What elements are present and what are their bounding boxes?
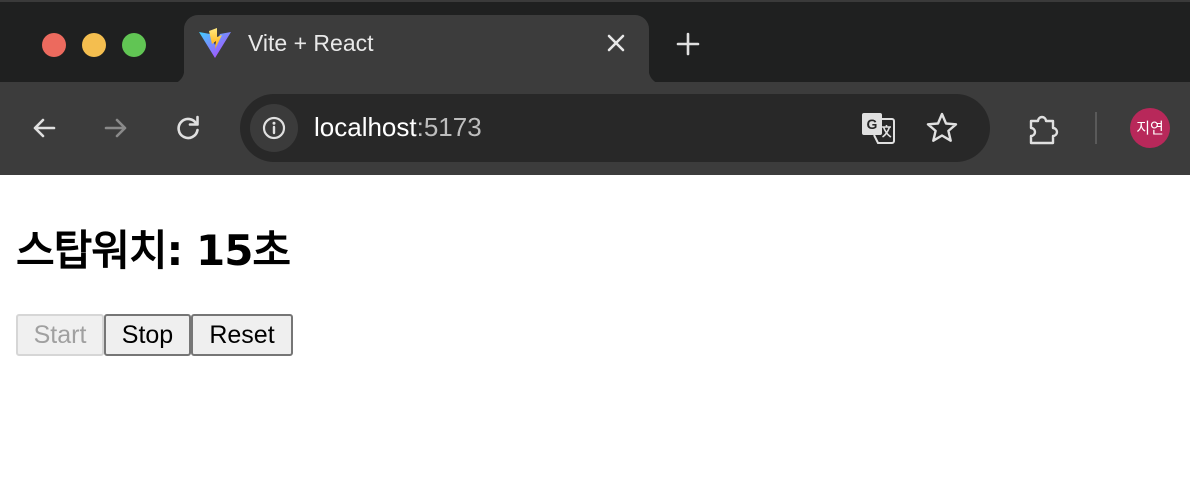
address-bar[interactable]: localhost:5173 G [240,94,990,162]
stop-button[interactable]: Stop [104,314,191,356]
vite-logo-icon [199,28,231,58]
close-window-button[interactable] [42,33,66,57]
translate-icon[interactable]: G [860,110,896,146]
site-info-button[interactable] [250,104,298,152]
maximize-window-button[interactable] [122,33,146,57]
minimize-window-button[interactable] [82,33,106,57]
page-content: 스탑워치: 15초 Start Stop Reset [0,175,1190,490]
tab-title: Vite + React [248,30,374,56]
start-button[interactable]: Start [16,314,104,356]
close-icon[interactable] [604,31,628,55]
url-port: :5173 [416,112,482,142]
reset-button[interactable]: Reset [191,314,293,356]
back-arrow-icon[interactable] [28,112,60,144]
extensions-icon[interactable] [1024,110,1062,148]
browser-toolbar: localhost:5173 G 지연 [0,82,1190,175]
stopwatch-controls: Start Stop Reset [16,314,293,356]
toolbar-separator [1095,112,1097,144]
plus-icon[interactable] [674,30,702,58]
reload-icon[interactable] [172,112,204,144]
browser-tab[interactable]: Vite + React [170,15,663,84]
profile-avatar[interactable]: 지연 [1130,108,1170,148]
url-host: localhost [314,112,417,142]
browser-titlebar: Vite + React [0,0,1190,84]
info-icon [262,116,286,140]
url-text[interactable]: localhost:5173 [314,112,482,143]
page-title: 스탑워치: 15초 [16,226,291,275]
forward-arrow-icon[interactable] [100,112,132,144]
star-icon[interactable] [924,110,960,146]
